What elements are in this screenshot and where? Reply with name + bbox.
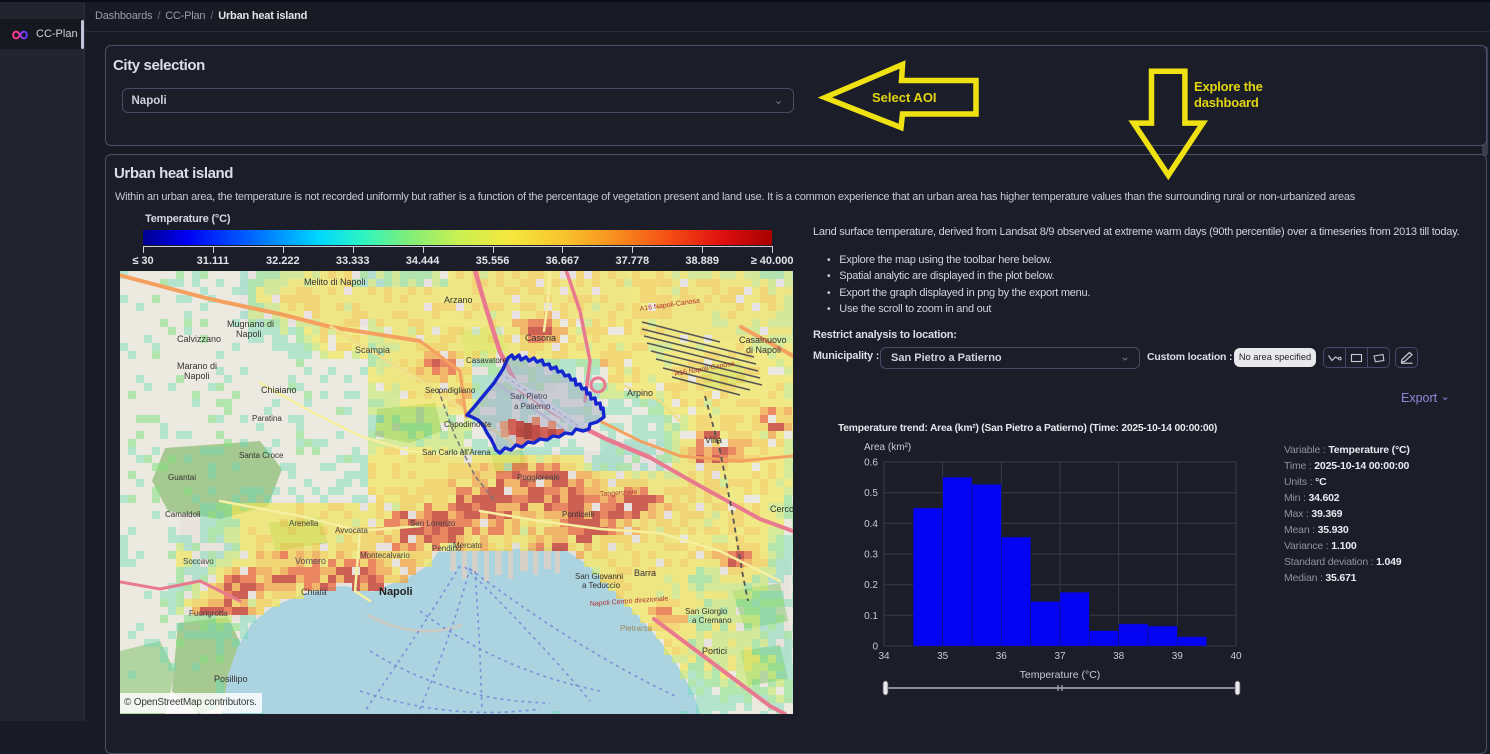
svg-text:Soccavo: Soccavo [183,557,214,566]
svg-text:Napoli: Napoli [236,329,262,339]
svg-text:Arpino: Arpino [627,388,653,398]
svg-text:Temperature (°C): Temperature (°C) [1020,669,1101,681]
svg-text:34: 34 [878,651,890,662]
svg-text:Casoria: Casoria [525,333,556,343]
svg-text:Guantai: Guantai [168,473,196,482]
svg-text:San Lorenzo: San Lorenzo [410,519,456,528]
svg-text:Casavatore: Casavatore [466,356,507,365]
svg-text:San Giorgio: San Giorgio [685,607,728,616]
svg-text:Poggioreale: Poggioreale [517,473,560,482]
svg-text:Casalnuovo: Casalnuovo [739,335,787,345]
svg-text:a Patierno: a Patierno [514,402,551,411]
svg-text:San Giovanni: San Giovanni [575,572,623,581]
svg-text:Avvocata: Avvocata [335,526,368,535]
svg-text:0.5: 0.5 [864,488,878,499]
svg-text:Mercato: Mercato [453,541,482,550]
svg-text:Camaldoli: Camaldoli [165,510,201,519]
svg-text:Portici: Portici [702,646,727,656]
svg-text:Posillipo: Posillipo [214,674,248,684]
svg-text:Chiaiano: Chiaiano [261,385,297,395]
svg-text:Arenella: Arenella [289,519,319,528]
svg-text:Pietrarsa: Pietrarsa [620,624,653,633]
svg-text:Scampia: Scampia [355,345,390,355]
svg-text:37: 37 [1054,651,1066,662]
svg-text:a Teduccio: a Teduccio [582,581,621,590]
svg-text:Vomero: Vomero [295,556,326,566]
svg-text:40: 40 [1230,651,1242,662]
svg-text:0.1: 0.1 [864,611,878,622]
svg-text:0.6: 0.6 [864,458,878,469]
svg-text:Napoli: Napoli [379,586,413,598]
svg-text:Paratina: Paratina [252,414,282,423]
svg-text:Fuorigrotta: Fuorigrotta [189,609,228,618]
svg-text:Mugnano di: Mugnano di [227,319,274,329]
svg-text:Napoli: Napoli [184,371,210,381]
svg-text:0.3: 0.3 [864,550,878,561]
svg-text:a Cremano: a Cremano [692,616,732,625]
svg-text:Villa: Villa [705,435,722,445]
svg-text:Arzano: Arzano [444,295,473,305]
svg-text:Secondigliano: Secondigliano [425,386,476,395]
svg-text:Chiaia: Chiaia [301,587,327,597]
svg-text:Calvizzano: Calvizzano [177,334,221,344]
svg-text:36: 36 [996,651,1008,662]
svg-text:0.4: 0.4 [864,519,878,530]
svg-text:Cercola: Cercola [770,504,793,514]
svg-text:di Napoli: di Napoli [746,345,781,355]
svg-text:35: 35 [937,651,949,662]
svg-text:Barra: Barra [634,568,656,578]
svg-text:Ponticelli: Ponticelli [562,510,594,519]
svg-text:0.2: 0.2 [864,580,878,591]
svg-text:San Pietro: San Pietro [510,392,548,401]
svg-text:38: 38 [1113,651,1125,662]
svg-text:39: 39 [1172,651,1184,662]
svg-text:Montecalvario: Montecalvario [360,551,410,560]
svg-text:San Carlo all'Arena: San Carlo all'Arena [422,448,491,457]
svg-text:Marano di: Marano di [177,361,217,371]
svg-text:Melito di Napoli: Melito di Napoli [304,277,366,287]
svg-text:Area (km²): Area (km²) [864,442,911,453]
svg-text:Capodimonte: Capodimonte [444,420,492,429]
svg-text:Santa Croce: Santa Croce [239,451,284,460]
